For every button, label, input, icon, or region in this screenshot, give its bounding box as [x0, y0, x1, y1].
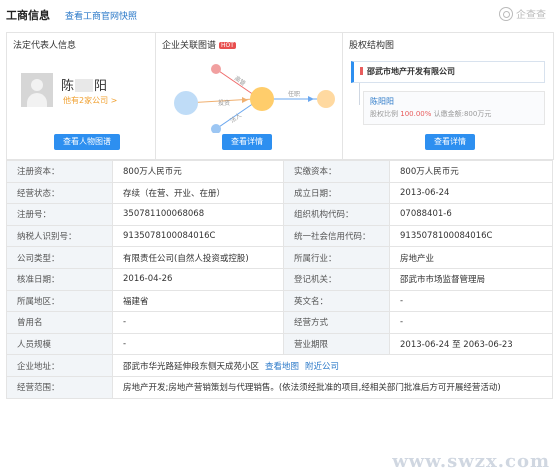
- field-value: 350781100068068: [112, 203, 284, 226]
- field-label: 经营方式: [283, 311, 390, 334]
- view-map-link[interactable]: 查看地图: [265, 362, 299, 372]
- field-label: 成立日期：: [283, 181, 390, 205]
- edge-label-legal: 法人: [229, 111, 243, 124]
- table-row: 曾用名 - 经营方式 -: [6, 311, 553, 334]
- section-header: 工商信息 查看工商官网快照 企查查: [0, 0, 558, 28]
- field-value: -: [112, 311, 284, 334]
- summary-cards: 法定代表人信息 陈阳 他有2家公司 > 查看人物图谱 企业关联图谱 HOT 投资…: [6, 32, 554, 160]
- nearby-companies-link[interactable]: 附近公司: [305, 362, 339, 372]
- legal-rep-title: 法定代表人信息: [13, 41, 77, 51]
- legal-rep-name[interactable]: 陈阳: [61, 75, 107, 94]
- relation-graph-title: 企业关联图谱 HOT: [162, 38, 236, 51]
- relation-graph-card: 企业关联图谱 HOT 投资 高管 法人 任职 查看详情: [156, 33, 343, 159]
- address-text: 邵武市华光路延伸段东侧天成苑小区: [123, 361, 260, 372]
- shareholder-name: 陈阳阳: [370, 97, 394, 106]
- table-row: 注册号： 350781100068068 组织机构代码： 07088401-6: [6, 203, 553, 226]
- field-value: -: [389, 289, 553, 313]
- field-label: 营业期限: [283, 332, 390, 356]
- brand-logo: 企查查: [499, 6, 546, 21]
- equity-shareholder-node[interactable]: 陈阳阳 股权比例 100.00% 认缴金额:800万元: [363, 91, 545, 125]
- ratio-label: 股权比例: [370, 110, 398, 118]
- equity-company-name: 邵武市地产开发有限公司: [367, 67, 455, 76]
- field-label: 所属地区：: [6, 289, 113, 313]
- field-value: 07088401-6: [389, 203, 553, 226]
- hot-badge: HOT: [219, 42, 236, 49]
- relation-detail-button[interactable]: 查看详情: [222, 134, 272, 150]
- official-snapshot-link[interactable]: 查看工商官网快照: [65, 9, 137, 22]
- equity-detail-button[interactable]: 查看详情: [425, 134, 475, 150]
- legal-rep-name-last: 阳: [94, 79, 108, 94]
- equity-company-node[interactable]: 邵武市地产开发有限公司: [351, 61, 545, 83]
- equity-tree[interactable]: 邵武市地产开发有限公司 陈阳阳 股权比例 100.00% 认缴金额:800万元: [351, 61, 547, 125]
- relation-graph-diagram[interactable]: 投资 高管 法人 任职: [156, 53, 342, 133]
- redacted-mark: [75, 79, 94, 92]
- legal-rep-card: 法定代表人信息 陈阳 他有2家公司 > 查看人物图谱: [7, 33, 156, 159]
- field-label: 登记机关：: [283, 267, 390, 291]
- brand-circle-icon: [499, 6, 513, 21]
- field-value: 2016-04-26: [112, 267, 284, 291]
- scope-label: 经营范围：: [6, 375, 113, 399]
- field-label: 英文名：: [283, 289, 390, 313]
- field-value: -: [389, 311, 553, 334]
- site-watermark: www.swzx.com: [392, 451, 550, 472]
- table-row: 经营范围： 房地产开发;房地产营销策划与代理销售。(依法须经批准的项目,经相关部…: [6, 375, 553, 399]
- subscribed-amount: 认缴金额:800万元: [433, 110, 492, 118]
- field-label: 曾用名: [6, 311, 113, 334]
- company-marker-icon: [360, 67, 363, 75]
- table-row: 经营状态： 存续（在营、开业、在册） 成立日期： 2013-06-24: [6, 181, 553, 205]
- person-graph-button[interactable]: 查看人物图谱: [54, 134, 120, 150]
- field-label: 人员规模: [6, 332, 113, 356]
- table-row: 企业地址： 邵武市华光路延伸段东侧天成苑小区 查看地图 附近公司: [6, 354, 553, 377]
- section-title: 工商信息: [6, 9, 50, 22]
- address-label: 企业地址：: [6, 354, 113, 377]
- table-row: 核准日期： 2016-04-26 登记机关： 邵武市市场监督管理局: [6, 267, 553, 291]
- field-value: 福建省: [112, 289, 284, 313]
- field-label: 经营状态：: [6, 181, 113, 205]
- field-label: 纳税人识别号：: [6, 224, 113, 248]
- table-row: 人员规模 - 营业期限 2013-06-24 至 2063-06-23: [6, 332, 553, 356]
- field-label: 核准日期：: [6, 267, 113, 291]
- field-label: 统一社会信用代码：: [283, 224, 390, 248]
- relation-graph-title-text: 企业关联图谱: [162, 41, 217, 51]
- ratio-value: 100.00%: [400, 110, 432, 118]
- field-value: 房地产业: [389, 246, 553, 269]
- field-label: 公司类型：: [6, 246, 113, 269]
- field-value: 有限责任公司(自然人投资或控股): [112, 246, 284, 269]
- legal-rep-name-first: 陈: [61, 79, 75, 94]
- shareholder-detail: 股权比例 100.00% 认缴金额:800万元: [370, 109, 491, 119]
- edge-label-invest: 投资: [218, 99, 230, 107]
- field-value: 9135078100084016C: [389, 224, 553, 248]
- field-label: 实缴资本：: [283, 160, 390, 183]
- field-value: 邵武市市场监督管理局: [389, 267, 553, 291]
- field-label: 注册号：: [6, 203, 113, 226]
- equity-connector: [359, 83, 360, 105]
- address-value: 邵武市华光路延伸段东侧天成苑小区 查看地图 附近公司: [112, 354, 553, 377]
- field-value: 2013-06-24 至 2063-06-23: [389, 332, 553, 356]
- table-row: 注册资本： 800万人民币元 实缴资本： 800万人民币元: [6, 160, 553, 183]
- scope-value: 房地产开发;房地产营销策划与代理销售。(依法须经批准的项目,经相关部门批准后方可…: [112, 375, 553, 399]
- field-value: -: [112, 332, 284, 356]
- field-value: 存续（在营、开业、在册）: [112, 181, 284, 205]
- field-label: 注册资本：: [6, 160, 113, 183]
- edge-label-post: 任职: [288, 90, 300, 98]
- field-label: 所属行业：: [283, 246, 390, 269]
- avatar-icon: [21, 73, 53, 107]
- business-info-table: 注册资本： 800万人民币元 实缴资本： 800万人民币元 经营状态： 存续（在营、开业、…: [6, 160, 553, 399]
- field-value: 9135078100084016C: [112, 224, 284, 248]
- field-label: 组织机构代码：: [283, 203, 390, 226]
- equity-title: 股权结构图: [349, 41, 395, 51]
- edge-label-exec: 高管: [233, 74, 247, 87]
- table-row: 纳税人识别号： 9135078100084016C 统一社会信用代码： 9135078…: [6, 224, 553, 248]
- equity-structure-card: 股权结构图 邵武市地产开发有限公司 陈阳阳 股权比例 100.00% 认缴金额:…: [343, 33, 553, 159]
- legal-rep-companies-link[interactable]: 他有2家公司 >: [63, 95, 117, 106]
- table-row: 公司类型： 有限责任公司(自然人投资或控股) 所属行业： 房地产业: [6, 246, 553, 269]
- field-value: 800万人民币元: [389, 160, 553, 183]
- field-value: 2013-06-24: [389, 181, 553, 205]
- company-info-page: 工商信息 查看工商官网快照 企查查 法定代表人信息 陈阳 他有2家公司 > 查看…: [0, 0, 558, 474]
- brand-name: 企查查: [516, 10, 546, 21]
- field-value: 800万人民币元: [112, 160, 284, 183]
- table-row: 所属地区： 福建省 英文名： -: [6, 289, 553, 313]
